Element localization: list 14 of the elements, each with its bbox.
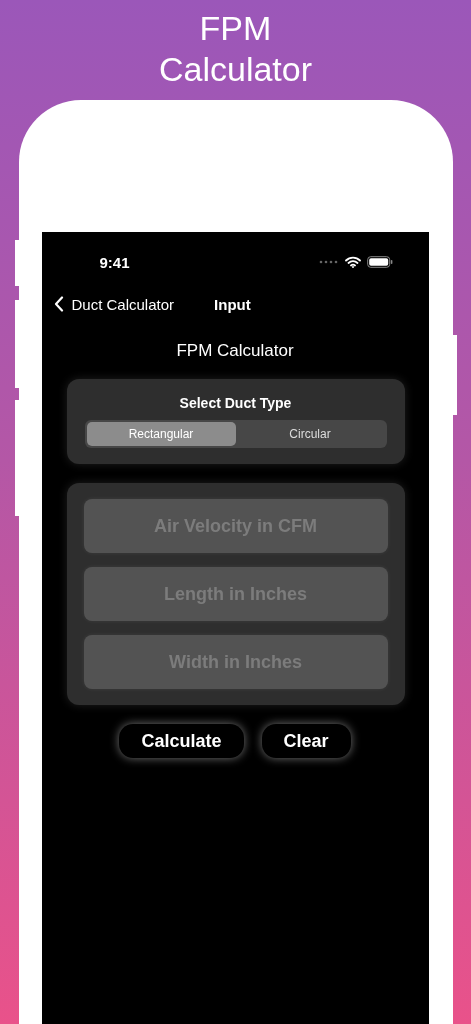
segment-option[interactable]: Circular	[235, 422, 385, 446]
screen-title: FPM Calculator	[175, 341, 295, 361]
headline: FPM	[199, 8, 272, 49]
action-button[interactable]: Calculate	[119, 724, 244, 758]
status-time: 9:41	[99, 253, 130, 271]
chevron-left-icon	[53, 296, 64, 312]
action-button[interactable]: Clear	[261, 724, 351, 758]
back-button[interactable]: Duct Calculator	[53, 295, 175, 313]
signal-icon	[318, 260, 339, 264]
card-label: Select Duct Type	[179, 395, 292, 411]
headline: Calculator	[158, 49, 313, 90]
nav-title: Input	[214, 295, 251, 313]
battery-icon	[366, 256, 393, 268]
wifi-icon	[344, 256, 361, 268]
